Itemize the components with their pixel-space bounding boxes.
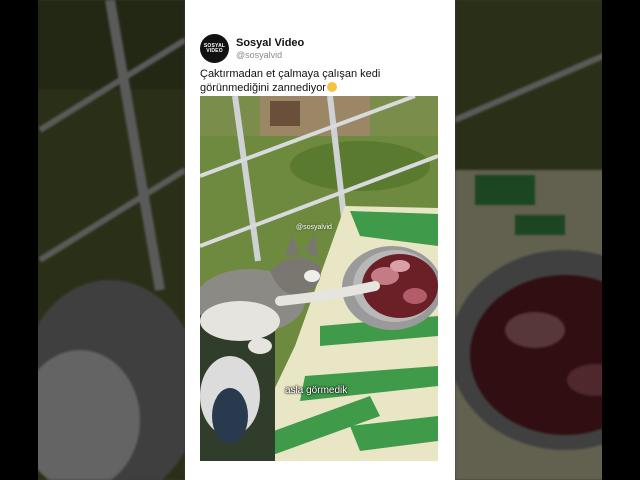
video-frame <box>200 96 438 461</box>
smiling-face-emoji-icon <box>326 82 337 92</box>
video-subtitle: asla görmedik <box>285 385 348 396</box>
user-handle[interactable]: @sosyalvid <box>236 50 304 61</box>
avatar-text-line2: VIDEO <box>206 47 223 54</box>
background-edge-left <box>0 0 38 480</box>
post-card: SOSYAL VIDEO Sosyal Video @sosyalvid Çak… <box>185 0 455 480</box>
video-player[interactable]: @sosyalvid asla görmedik <box>200 96 438 461</box>
avatar[interactable]: SOSYAL VIDEO <box>200 34 229 63</box>
display-name[interactable]: Sosyal Video <box>236 37 304 50</box>
video-watermark: @sosyalvid <box>296 224 332 231</box>
post-header: SOSYAL VIDEO Sosyal Video @sosyalvid <box>200 34 304 63</box>
caption-text: Çaktırmadan et çalmaya çalışan kedi görü… <box>200 68 381 94</box>
post-caption: Çaktırmadan et çalmaya çalışan kedi görü… <box>200 67 450 95</box>
background-edge-right <box>602 0 640 480</box>
author-names: Sosyal Video @sosyalvid <box>236 37 304 61</box>
